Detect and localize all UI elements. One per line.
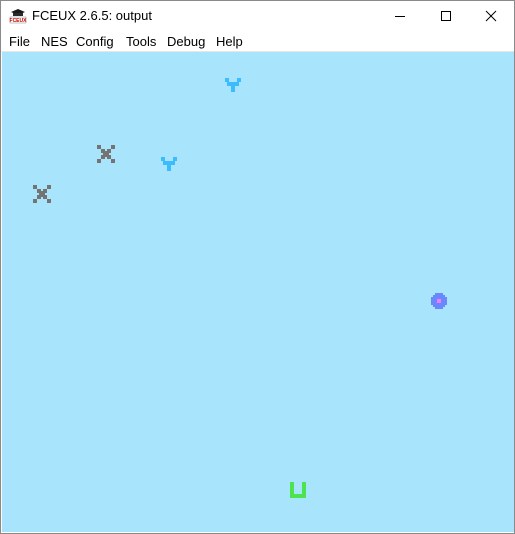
svg-text:FCEUX: FCEUX	[10, 18, 27, 24]
menu-tools[interactable]: Tools	[126, 34, 156, 49]
sprite-y-shape-middle	[161, 157, 177, 171]
menu-help[interactable]: Help	[216, 34, 243, 49]
menu-bar: File NES Config Tools Debug Help	[1, 31, 514, 52]
title-bar[interactable]: FCEUX FCEUX 2.6.5: output	[1, 1, 514, 31]
game-screen[interactable]	[2, 52, 514, 532]
minimize-button[interactable]	[377, 1, 423, 31]
sprite-x-shape-1	[97, 145, 115, 163]
fceux-app-icon: FCEUX	[10, 9, 27, 24]
sprite-y-shape-top	[225, 78, 241, 92]
menu-debug[interactable]: Debug	[167, 34, 205, 49]
sprite-x-shape-2	[33, 185, 51, 203]
close-button[interactable]	[468, 1, 514, 31]
menu-nes[interactable]: NES	[41, 34, 68, 49]
window-title: FCEUX 2.6.5: output	[32, 8, 152, 23]
close-icon	[485, 10, 497, 22]
fceux-window: FCEUX FCEUX 2.6.5: output File NES Confi…	[0, 0, 515, 534]
maximize-button[interactable]	[423, 1, 469, 31]
menu-config[interactable]: Config	[76, 34, 114, 49]
menu-file[interactable]: File	[9, 34, 30, 49]
minimize-icon	[395, 16, 405, 17]
sprite-circle-target	[431, 293, 447, 309]
sprite-u-shape	[290, 482, 306, 498]
maximize-icon	[441, 11, 451, 21]
